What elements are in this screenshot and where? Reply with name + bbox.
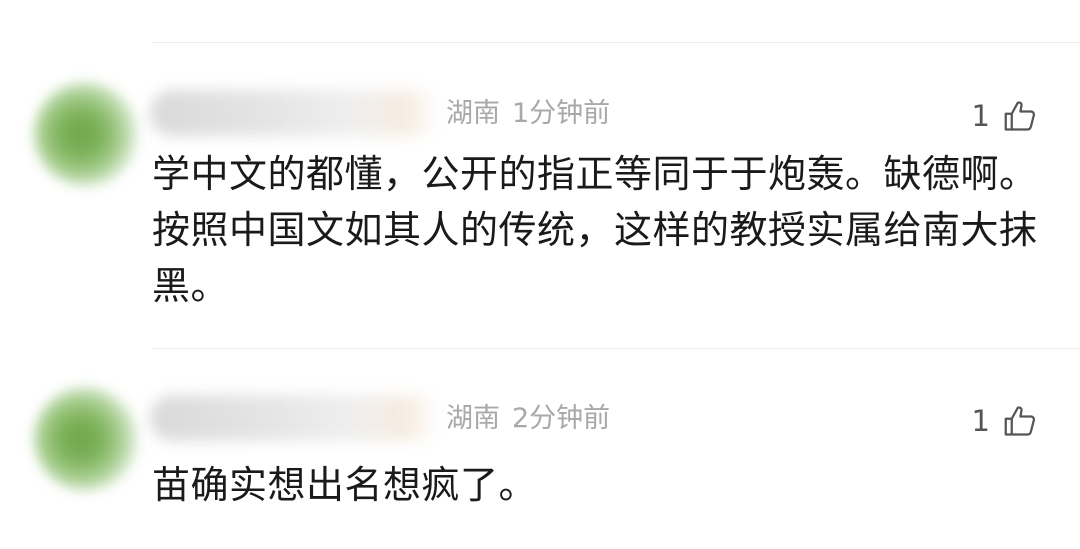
comment-location: 湖南 xyxy=(446,403,500,434)
avatar[interactable] xyxy=(34,82,138,186)
comment-time: 1分钟前 xyxy=(512,98,611,129)
comment-item: 湖南 2分钟前 1 苗确实想出名想疯了。 xyxy=(0,365,1080,535)
username-blurred[interactable] xyxy=(150,395,440,441)
comment-list: 湖南 1分钟前 1 学中文的都懂，公开的指正等同于于炮轰。缺德啊。按照中国文如其人… xyxy=(0,0,1080,549)
avatar[interactable] xyxy=(34,387,138,491)
like-button[interactable]: 1 xyxy=(972,401,1038,441)
comment-location: 湖南 xyxy=(446,98,500,129)
comment-meta: 湖南 2分钟前 xyxy=(446,399,610,439)
like-count: 1 xyxy=(971,404,990,438)
thumbs-up-icon[interactable] xyxy=(1002,98,1038,134)
like-button[interactable]: 1 xyxy=(972,96,1038,136)
like-count: 1 xyxy=(971,99,990,133)
thumbs-up-icon[interactable] xyxy=(1002,403,1038,439)
comment-text: 学中文的都懂，公开的指正等同于于炮轰。缺德啊。按照中国文如其人的传统，这样的教授… xyxy=(152,152,1038,308)
comment-meta: 湖南 1分钟前 xyxy=(446,94,610,134)
comment-text: 苗确实想出名想疯了。 xyxy=(152,463,538,507)
divider xyxy=(152,42,1080,43)
comment-item: 湖南 1分钟前 1 学中文的都懂，公开的指正等同于于炮轰。缺德啊。按照中国文如其人… xyxy=(0,60,1080,340)
divider xyxy=(152,348,1080,349)
comment-time: 2分钟前 xyxy=(512,403,611,434)
username-blurred[interactable] xyxy=(150,90,440,136)
